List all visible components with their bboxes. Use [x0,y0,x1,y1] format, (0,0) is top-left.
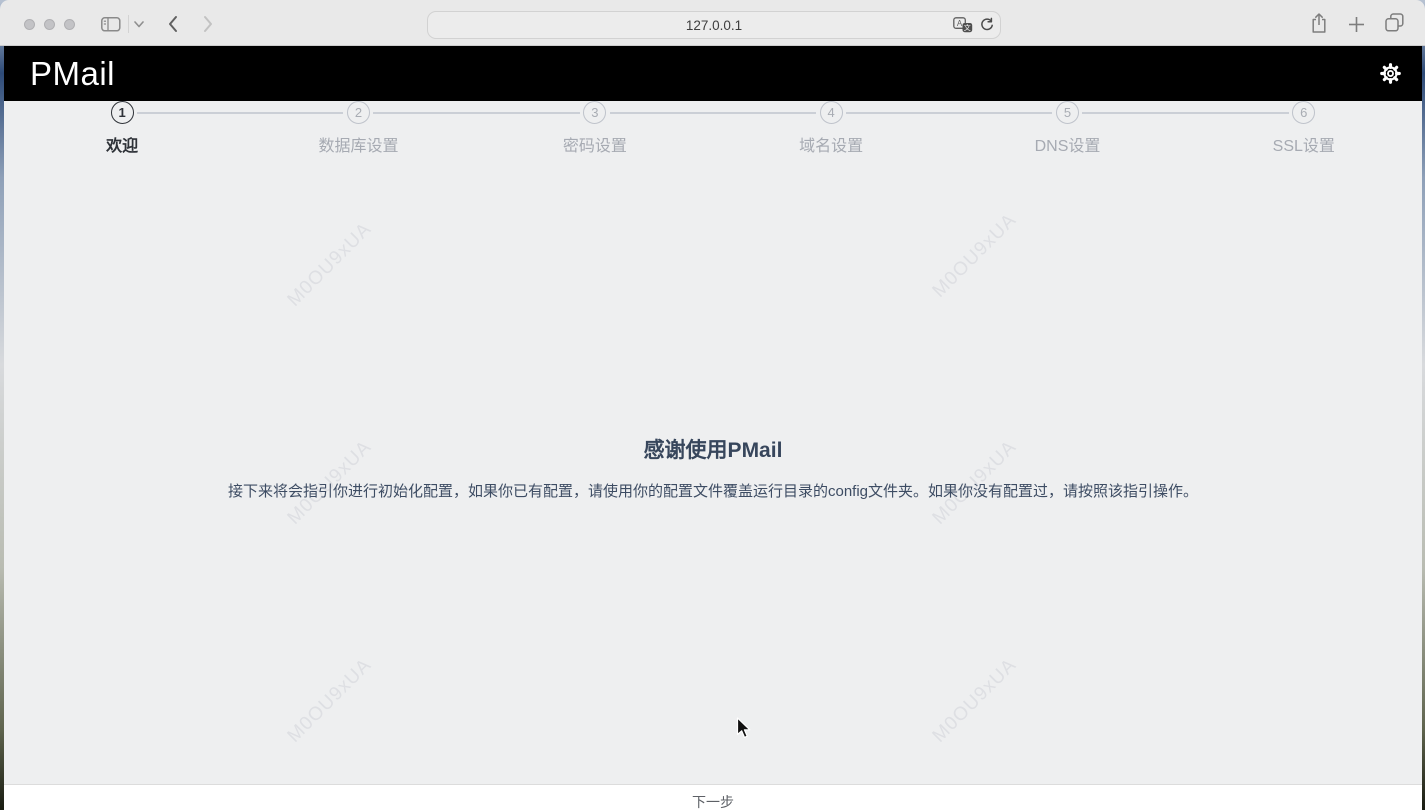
browser-window: 127.0.0.1 A 文 [0,0,1425,810]
plus-icon [1348,16,1365,33]
chevron-right-icon [203,15,213,33]
step-label: 域名设置 [799,132,863,156]
close-button[interactable] [24,19,35,30]
step-label: 数据库设置 [318,132,398,156]
translate-button[interactable]: A 文 [953,17,973,33]
watermark: M0OU9xUA [284,655,377,748]
minimize-button[interactable] [44,19,55,30]
url-text: 127.0.0.1 [686,18,742,33]
next-step-button[interactable]: 下一步 [692,785,734,810]
settings-button[interactable] [1379,62,1402,85]
setup-stepper: 1 欢迎 2 数据库设置 3 密码设置 4 域名设置 5 DNS设置 [4,101,1422,156]
step-label: DNS设置 [1035,132,1101,156]
step-number: 4 [828,105,835,120]
step-domain: 4 域名设置 [713,101,949,156]
new-tab-button[interactable] [1348,16,1365,33]
back-button[interactable] [168,15,178,33]
step-circle: 3 [583,101,606,124]
watermark: M0OU9xUA [929,210,1022,303]
wizard-footer: 下一步 [4,784,1422,810]
share-button[interactable] [1310,12,1328,34]
reload-button[interactable] [979,18,994,33]
tab-overview-icon [1385,13,1404,32]
chevron-down-icon [134,21,144,28]
main-content: M0OU9xUA M0OU9xUA M0OU9xUA M0OU9xUA M0OU… [4,101,1422,810]
page-viewport: PMail [4,46,1422,810]
reload-icon [979,18,994,33]
step-ssl: 6 SSL设置 [1186,101,1422,156]
chevron-left-icon [168,15,178,33]
step-label: 欢迎 [106,132,138,156]
zoom-button[interactable] [64,19,75,30]
welcome-section: 感谢使用PMail 接下来将会指引你进行初始化配置，如果你已有配置，请使用你的配… [4,434,1422,501]
welcome-title: 感谢使用PMail [4,434,1422,464]
app-header: PMail [4,46,1422,101]
step-number: 1 [119,105,126,120]
step-number: 2 [355,105,362,120]
sidebar-icon [101,17,121,32]
step-database: 2 数据库设置 [240,101,476,156]
step-circle: 5 [1056,101,1079,124]
welcome-description: 接下来将会指引你进行初始化配置，如果你已有配置，请使用你的配置文件覆盖运行目录的… [4,480,1422,501]
gear-icon [1379,62,1402,85]
sidebar-toggle-button[interactable] [101,17,121,32]
step-circle: 1 [111,101,134,124]
browser-toolbar: 127.0.0.1 A 文 [0,0,1425,46]
step-password: 3 密码设置 [477,101,713,156]
translate-icon: A 文 [953,17,973,33]
svg-text:A: A [957,19,963,28]
watermark: M0OU9xUA [284,219,377,312]
step-circle: 6 [1292,101,1315,124]
step-label: SSL设置 [1273,132,1335,156]
watermark: M0OU9xUA [929,655,1022,748]
address-bar[interactable]: 127.0.0.1 A 文 [427,11,1001,39]
step-number: 5 [1064,105,1071,120]
step-circle: 2 [347,101,370,124]
step-number: 3 [591,105,598,120]
step-dns: 5 DNS设置 [949,101,1185,156]
svg-text:文: 文 [964,23,971,32]
tab-group-chevron-button[interactable] [134,21,144,28]
toolbar-divider [128,15,129,33]
step-label: 密码设置 [563,132,627,156]
share-icon [1310,12,1328,34]
step-circle: 4 [820,101,843,124]
forward-button[interactable] [203,15,213,33]
step-number: 6 [1300,105,1307,120]
tab-overview-button[interactable] [1385,13,1404,32]
app-title: PMail [4,55,115,93]
step-welcome: 1 欢迎 [4,101,240,156]
